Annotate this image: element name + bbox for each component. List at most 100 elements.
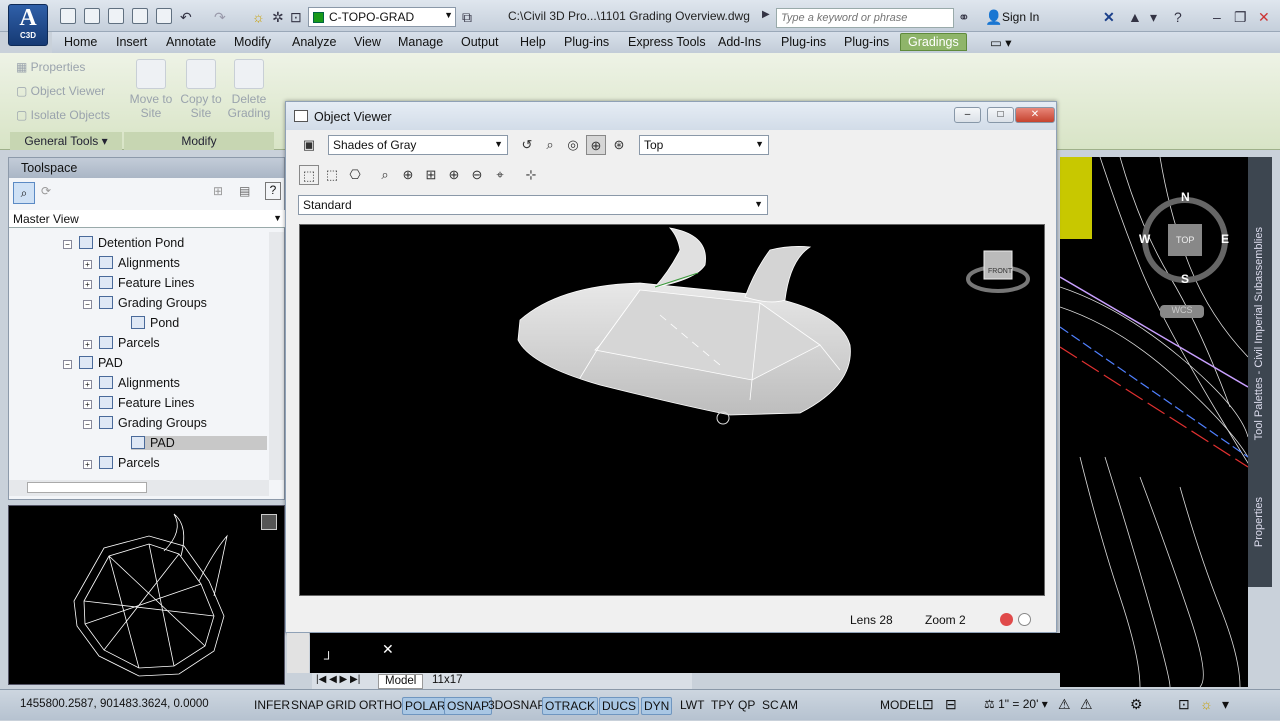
model-toggle[interactable]: MODEL [880, 698, 923, 712]
menu-item-gradings[interactable]: Gradings [900, 33, 967, 51]
tree-toggle[interactable]: + [83, 260, 92, 269]
exchange-icon[interactable]: ✕ [1103, 9, 1115, 26]
menu-item-annotate-2[interactable]: Annotate [166, 35, 216, 49]
annotation-scale[interactable]: ⚖ 1" = 20' ▾ [984, 697, 1048, 711]
tree-toggle[interactable]: − [63, 360, 72, 369]
close-icon[interactable]: ✕ [1258, 9, 1270, 26]
stop-icon[interactable] [1018, 613, 1031, 626]
help-icon[interactable]: ? [265, 182, 281, 200]
copy-to-site-button[interactable]: Copy to Site [177, 59, 225, 120]
viewcube-west[interactable]: W [1139, 232, 1150, 246]
redo-icon[interactable]: ↷ [214, 9, 226, 26]
restore-icon[interactable]: ❐ [1234, 9, 1247, 26]
menu-item-add-ins-11[interactable]: Add-Ins [718, 35, 761, 49]
record-icon[interactable] [1000, 613, 1013, 626]
undo-icon[interactable]: ↶ [180, 9, 192, 26]
menu-item-analyze-4[interactable]: Analyze [292, 35, 336, 49]
object-viewer-viewport[interactable]: FRONT [299, 224, 1045, 596]
application-button[interactable]: A C3D [8, 4, 48, 46]
tree-item[interactable]: Alignments [99, 376, 180, 390]
save-icon[interactable] [108, 8, 124, 24]
tree-toggle[interactable]: + [83, 380, 92, 389]
lightbulb-icon[interactable]: ☼ [252, 9, 265, 25]
target-icon[interactable]: ⊹ [521, 165, 541, 185]
menu-item-modify-3[interactable]: Modify [234, 35, 271, 49]
sign-in-link[interactable]: Sign In [1002, 10, 1039, 24]
tab-layout[interactable]: 11x17 [426, 674, 468, 689]
toggle-ortho[interactable]: ORTHO [357, 697, 404, 713]
close-button[interactable]: ✕ [1015, 107, 1055, 123]
menu-item-home-0[interactable]: Home [64, 35, 97, 49]
clean-screen-icon[interactable]: ▾ [1222, 696, 1229, 713]
toggle-lwt[interactable]: LWT [678, 697, 706, 713]
tree-item[interactable]: PAD [79, 356, 123, 370]
tree-toggle[interactable]: + [83, 340, 92, 349]
quick-view-drawings-icon[interactable]: ⊟ [945, 696, 957, 713]
toggle-ducs[interactable]: DUCS [599, 697, 640, 715]
dropdown-icon[interactable]: ▾ [1150, 9, 1157, 26]
tree-item[interactable]: Grading Groups [99, 416, 207, 430]
drawing-area[interactable]: N S E W TOP WCS [1059, 156, 1260, 688]
prospector-tab-icon[interactable]: ⌕ [13, 182, 35, 204]
toggle-polar[interactable]: POLAR [402, 697, 449, 715]
tab-model[interactable]: Model [378, 674, 424, 689]
sun-icon[interactable]: ✲ [272, 9, 284, 26]
tree-item[interactable]: Parcels [99, 336, 160, 350]
object-viewer-titlebar[interactable]: Object Viewer – □ ✕ [286, 102, 1056, 130]
camera-icon[interactable]: ⎔ [345, 165, 365, 185]
properties-tab[interactable]: Properties [1253, 497, 1265, 547]
tree-item[interactable]: PAD [131, 436, 267, 450]
view-dropdown[interactable]: Master View ▼ [9, 210, 286, 228]
general-tools-title[interactable]: General Tools ▾ [10, 132, 122, 150]
toggle-osnap[interactable]: OSNAP [444, 697, 493, 715]
annotation-visibility-icon[interactable]: ⚠ [1058, 696, 1071, 713]
list-view-icon[interactable]: ▤ [239, 184, 250, 198]
toggle-tpy[interactable]: TPY [709, 697, 736, 713]
menu-item-output-7[interactable]: Output [461, 35, 499, 49]
isolate-objects-button[interactable]: ▢ Isolate Objects [16, 108, 110, 122]
continuous-orbit-icon[interactable]: ⊛ [609, 135, 629, 155]
menu-item-plug-ins-12[interactable]: Plug-ins [781, 35, 826, 49]
menu-item-help-8[interactable]: Help [520, 35, 546, 49]
viewcube-top[interactable]: TOP [1176, 235, 1194, 245]
pan-icon[interactable]: ↺ [517, 135, 537, 155]
orbit-icon[interactable]: ◎ [563, 135, 583, 155]
search-input[interactable] [776, 8, 954, 28]
zoom-icon[interactable]: ⌕ [540, 135, 560, 155]
tree-toggle[interactable]: − [83, 300, 92, 309]
tree-item[interactable]: Pond [131, 316, 179, 330]
layer-dropdown[interactable]: C-TOPO-GRAD ▼ [308, 7, 456, 27]
menu-item-express-tools-10[interactable]: Express Tools [628, 35, 706, 49]
tree-item[interactable]: Feature Lines [99, 396, 194, 410]
toggle-qp[interactable]: QP [736, 697, 757, 713]
toggle-otrack[interactable]: OTRACK [542, 697, 599, 715]
minimize-button[interactable]: – [954, 107, 981, 123]
tree-toggle[interactable]: − [83, 420, 92, 429]
delete-grading-button[interactable]: Delete Grading [225, 59, 273, 120]
item-view-icon[interactable]: ⊞ [213, 184, 223, 198]
toggle-3dosnap[interactable]: 3DOSNAP [486, 697, 547, 713]
tree-toggle[interactable]: + [83, 460, 92, 469]
vertical-scrollbar[interactable] [269, 232, 284, 480]
toggle-snap[interactable]: SNAP [289, 697, 326, 713]
tab-nav-icons[interactable]: |◀ ◀ ▶ ▶| [316, 674, 360, 685]
chevron-right-icon[interactable]: ▶ [762, 9, 770, 20]
free-orbit-icon[interactable]: ⊕ [586, 135, 606, 155]
zoom-minus-icon[interactable]: ⊖ [467, 165, 487, 185]
tree-item[interactable]: Alignments [99, 256, 180, 270]
toggle-am[interactable]: AM [778, 697, 800, 713]
zoom-window-icon[interactable]: ⊞ [421, 165, 441, 185]
layer-tools-icon[interactable]: ⧉ [462, 9, 472, 26]
tree-item[interactable]: Detention Pond [79, 236, 184, 250]
view-dropdown[interactable]: Top ▼ [639, 135, 769, 155]
menu-item-view-5[interactable]: View [354, 35, 381, 49]
model-space-strip[interactable]: ┘ ✕ [310, 633, 1060, 673]
new-icon[interactable] [60, 8, 76, 24]
auto-scale-icon[interactable]: ⚠ [1080, 696, 1093, 713]
tree-item[interactable]: Grading Groups [99, 296, 207, 310]
zoom-in-icon[interactable]: ⊕ [398, 165, 418, 185]
maximize-button[interactable]: □ [987, 107, 1014, 123]
isolate-objects-icon[interactable]: ☼ [1200, 696, 1213, 712]
toolbar-lock-icon[interactable]: ⊡ [1178, 696, 1190, 713]
refresh-icon[interactable]: ⟳ [41, 184, 51, 198]
